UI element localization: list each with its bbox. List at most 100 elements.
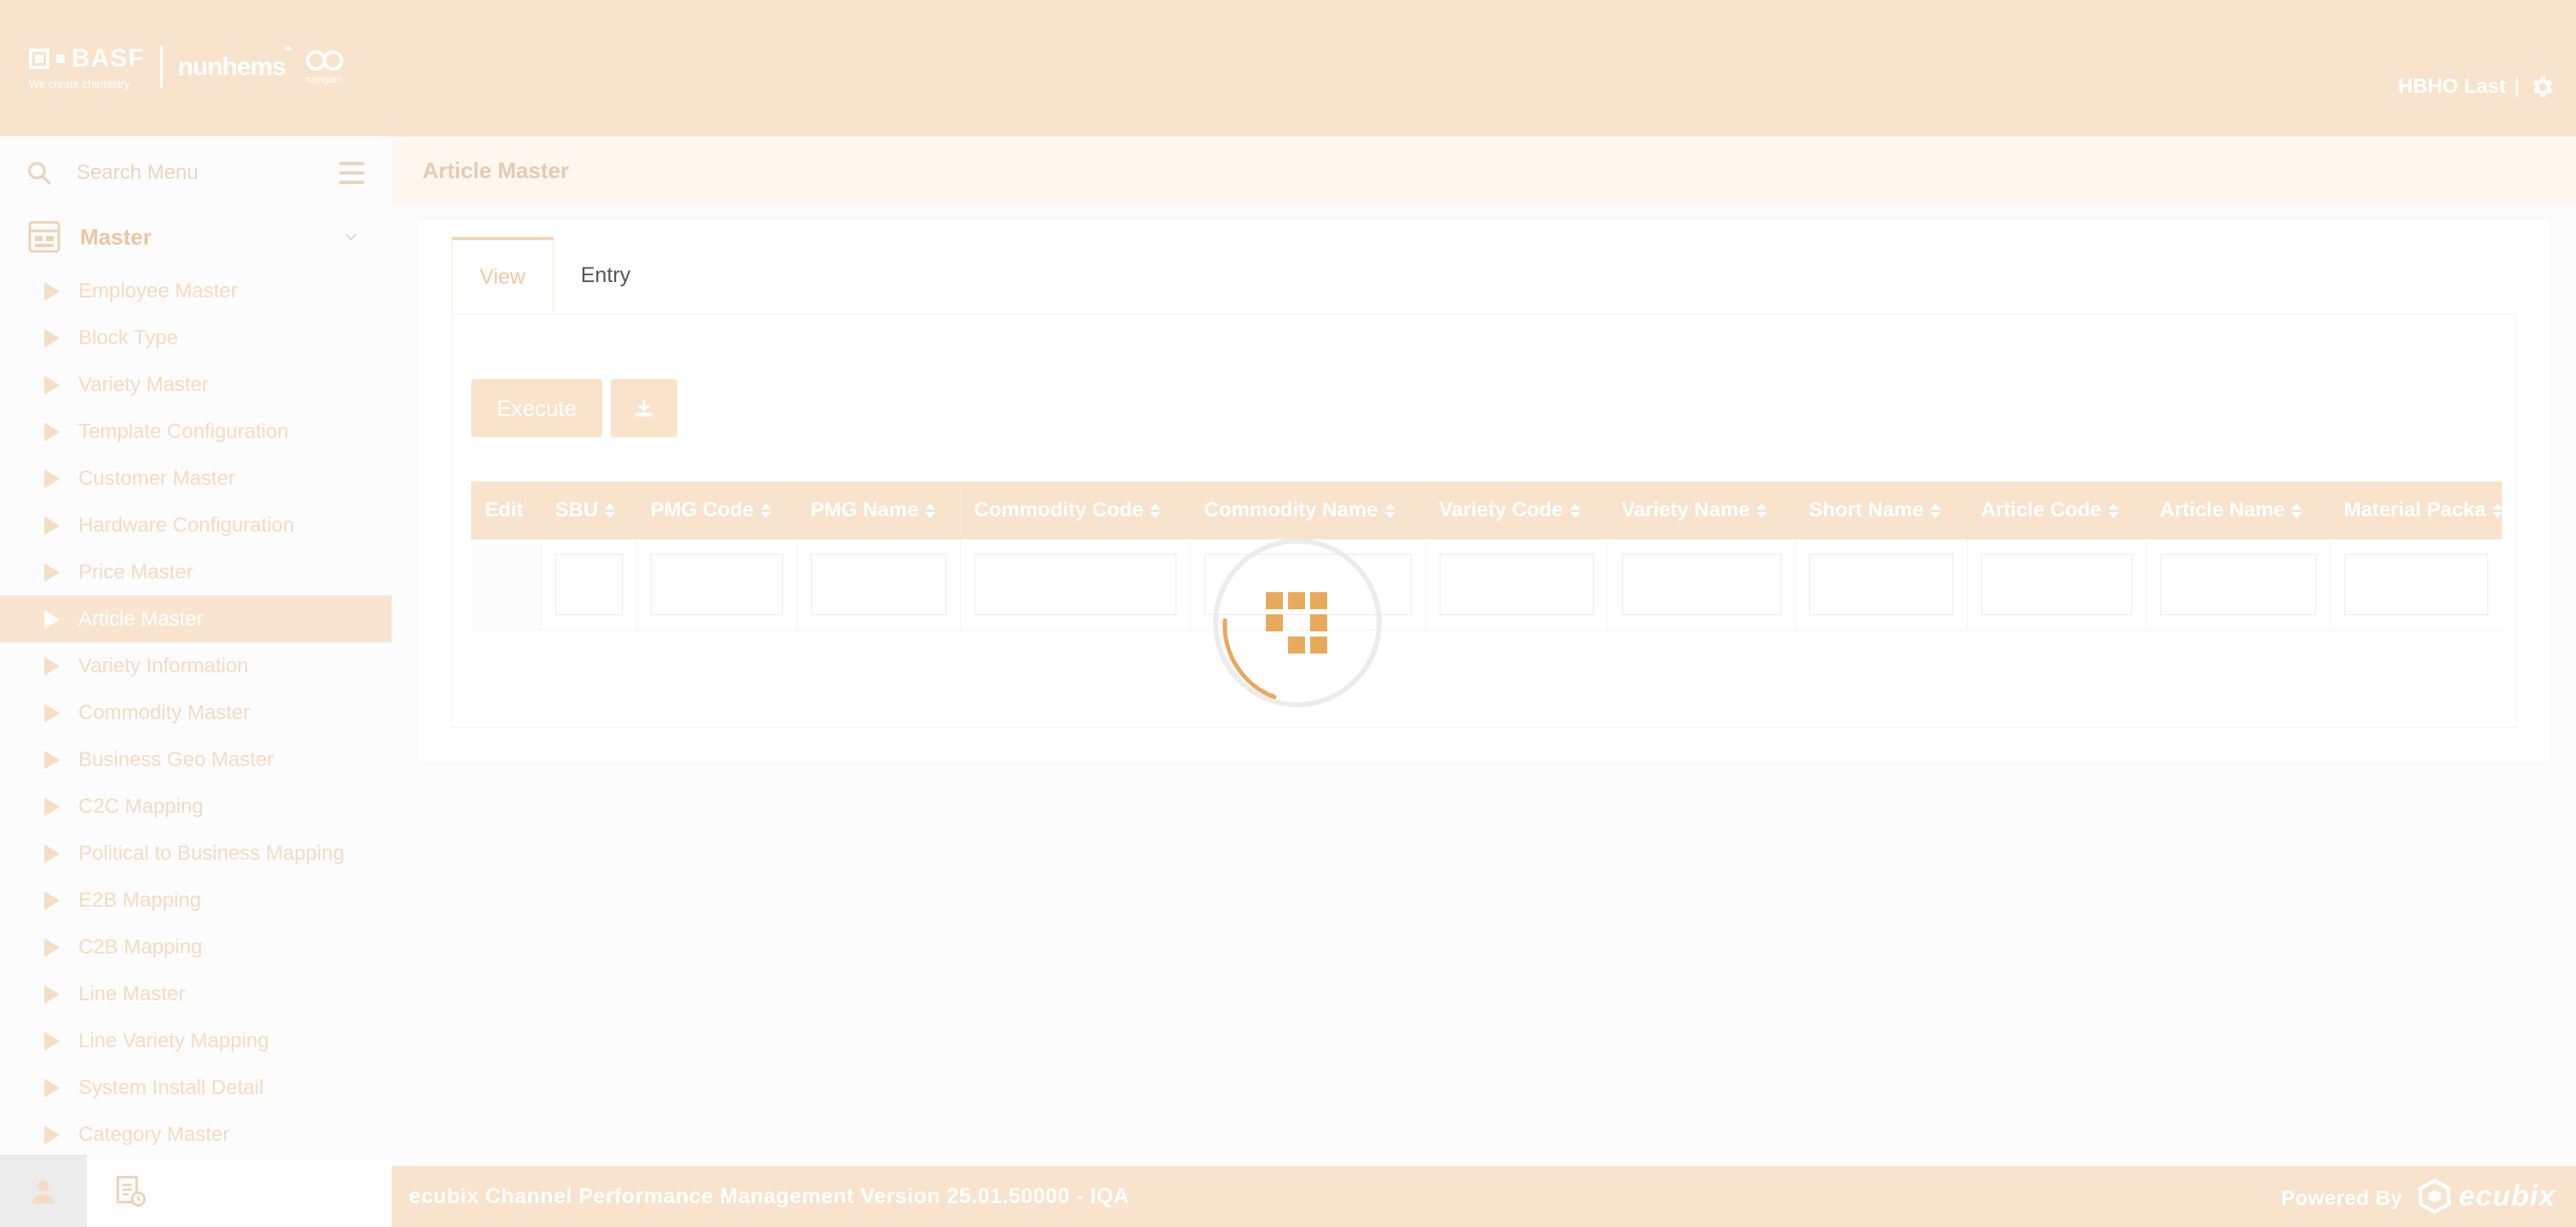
- search-menu-input[interactable]: [77, 161, 332, 185]
- sidebar-item-label: Category Master: [78, 1122, 230, 1146]
- filter-cell: [2330, 539, 2502, 631]
- sidebar-item-commodity-master[interactable]: Commodity Master: [0, 689, 392, 736]
- sidebar-item-price-master[interactable]: Price Master: [0, 549, 392, 596]
- column-header-label: Article Code: [1981, 498, 2102, 521]
- filter-input-article-code[interactable]: [1981, 553, 2132, 615]
- sort-icon[interactable]: [761, 504, 771, 518]
- sort-icon[interactable]: [925, 504, 935, 518]
- sidebar-search: [0, 136, 392, 210]
- sort-icon[interactable]: [1385, 504, 1395, 518]
- column-header-material-packa[interactable]: Material Packa: [2330, 481, 2502, 539]
- sidebar-item-customer-master[interactable]: Customer Master: [0, 455, 392, 502]
- sidebar-item-variety-information[interactable]: Variety Information: [0, 642, 392, 689]
- column-header-sbu[interactable]: SBU: [541, 481, 637, 539]
- filter-input-sbu[interactable]: [555, 553, 623, 615]
- filter-input-pmg-code[interactable]: [650, 553, 783, 615]
- sidebar-menu: Employee Master Block Type Variety Master T…: [0, 268, 392, 1155]
- sort-icon[interactable]: [605, 504, 615, 518]
- ecubix-logo: ecubix: [2416, 1178, 2556, 1215]
- sort-icon[interactable]: [2291, 504, 2302, 518]
- filter-input-commodity-code[interactable]: [974, 553, 1176, 615]
- sidebar-item-hardware-configuration[interactable]: Hardware Configuration: [0, 502, 392, 549]
- tab-entry[interactable]: Entry: [554, 237, 658, 314]
- sidebar-item-label: Price Master: [78, 560, 193, 584]
- sort-icon[interactable]: [1150, 504, 1160, 518]
- sidebar-item-system-install-detail[interactable]: System Install Detail: [0, 1064, 392, 1111]
- content-card: View Entry Execute Edit SBU PMG Code PMG…: [417, 220, 2550, 762]
- column-header-pmg-name[interactable]: PMG Name: [796, 481, 961, 539]
- sort-icon[interactable]: [1570, 504, 1580, 518]
- report-icon: [116, 1175, 146, 1207]
- sort-icon[interactable]: [2108, 504, 2119, 518]
- search-icon: [28, 162, 51, 185]
- column-header-variety-name[interactable]: Variety Name: [1607, 481, 1796, 539]
- column-header-article-code[interactable]: Article Code: [1967, 481, 2147, 539]
- user-menu[interactable]: HBHO Last |: [2398, 73, 2556, 101]
- sidebar-item-label: Variety Master: [78, 372, 209, 396]
- sort-icon[interactable]: [1757, 504, 1767, 518]
- column-header-label: Article Name: [2159, 498, 2286, 521]
- sidebar-footer-button-primary[interactable]: [0, 1155, 87, 1227]
- sidebar-item-c2b-mapping[interactable]: C2B Mapping: [0, 924, 392, 971]
- powered-by-label: Powered By: [2280, 1187, 2403, 1210]
- filter-cell: [1967, 539, 2147, 631]
- column-header-label: Edit: [485, 498, 524, 521]
- sidebar-section-master[interactable]: Master: [0, 210, 392, 264]
- filter-input-article-name[interactable]: [2159, 553, 2316, 615]
- app-header: BASF We create chemistry nunhems ❧ sanga…: [0, 0, 2576, 136]
- filter-input-variety-code[interactable]: [1439, 553, 1594, 615]
- chevron-down-icon[interactable]: [342, 228, 359, 245]
- sidebar-section-title: Master: [80, 223, 152, 250]
- view-tab-panel: Execute Edit SBU PMG Code PMG Name Commodity…: [451, 314, 2516, 728]
- sidebar-item-article-master[interactable]: Article Master: [0, 596, 392, 642]
- column-header-short-name[interactable]: Short Name: [1795, 481, 1968, 539]
- sidebar-item-label: Hardware Configuration: [78, 513, 295, 537]
- sidebar-item-variety-master[interactable]: Variety Master: [0, 361, 392, 408]
- column-header-article-name[interactable]: Article Name: [2146, 481, 2331, 539]
- filter-input-short-name[interactable]: [1808, 553, 1953, 615]
- sidebar-item-block-type[interactable]: Block Type: [0, 314, 392, 361]
- sidebar-item-label: Variety Information: [78, 654, 249, 677]
- download-button[interactable]: [611, 379, 677, 437]
- sidebar-item-label: Commodity Master: [78, 700, 250, 724]
- ecubix-cube-icon: [2418, 1178, 2451, 1214]
- sidebar-item-c2c-mapping[interactable]: C2C Mapping: [0, 783, 392, 830]
- tab-view[interactable]: View: [451, 237, 554, 314]
- sidebar-footer-button-report[interactable]: [87, 1155, 174, 1227]
- filter-cell: [796, 539, 961, 631]
- caret-right-icon: [44, 281, 60, 301]
- column-header-commodity-code[interactable]: Commodity Code: [960, 481, 1191, 539]
- sangam-logo-text: sangam: [306, 72, 343, 85]
- hamburger-menu-icon[interactable]: [339, 162, 365, 184]
- sidebar-item-line-variety-mapping[interactable]: Line Variety Mapping: [0, 1017, 392, 1064]
- sidebar-item-business-geo-master[interactable]: Business Geo Master: [0, 736, 392, 783]
- column-header-label: Commodity Code: [974, 498, 1144, 521]
- filter-input-material-packa[interactable]: [2343, 553, 2488, 615]
- filter-input-pmg-name[interactable]: [810, 553, 946, 615]
- user-icon: [32, 1179, 55, 1203]
- ecubix-brand-text: ecubix: [2458, 1179, 2556, 1213]
- filter-cell: [960, 539, 1191, 631]
- sort-icon[interactable]: [1930, 504, 1941, 518]
- sidebar-footer: [0, 1155, 392, 1227]
- execute-button[interactable]: Execute: [471, 379, 602, 437]
- sidebar-item-category-master[interactable]: Category Master: [0, 1111, 392, 1155]
- column-header-label: Variety Name: [1621, 498, 1751, 521]
- column-header-variety-code[interactable]: Variety Code: [1425, 481, 1608, 539]
- filter-input-variety-name[interactable]: [1621, 553, 1781, 615]
- sidebar-item-label: Business Geo Master: [78, 747, 274, 771]
- sidebar-item-political-to-business-mapping[interactable]: Political to Business Mapping: [0, 830, 392, 877]
- sort-icon[interactable]: [2493, 504, 2501, 518]
- filter-cell-empty: [471, 539, 542, 631]
- sidebar-item-employee-master[interactable]: Employee Master: [0, 268, 392, 314]
- sidebar-item-template-configuration[interactable]: Template Configuration: [0, 408, 392, 455]
- sidebar-item-line-master[interactable]: Line Master: [0, 971, 392, 1017]
- sidebar-item-e2b-mapping[interactable]: E2B Mapping: [0, 877, 392, 924]
- sidebar-item-label: C2B Mapping: [78, 935, 203, 959]
- column-header-commodity-name[interactable]: Commodity Name: [1190, 481, 1426, 539]
- user-name[interactable]: HBHO Last: [2398, 75, 2506, 99]
- column-header-pmg-code[interactable]: PMG Code: [636, 481, 797, 539]
- app-footer: ecubix Channel Performance Management Ve…: [392, 1166, 2576, 1227]
- brand-logos: BASF We create chemistry nunhems ❧ sanga…: [29, 43, 344, 90]
- gear-icon[interactable]: [2528, 73, 2556, 101]
